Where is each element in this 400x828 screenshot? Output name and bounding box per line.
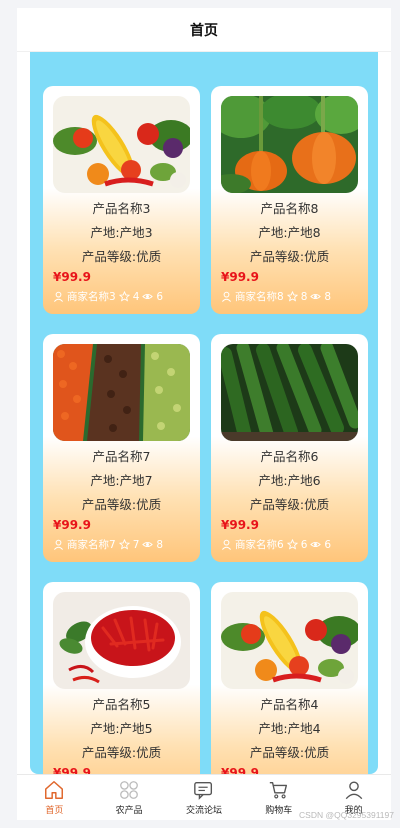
product-origin: 产地:产地4 <box>258 721 321 736</box>
product-origin: 产地:产地3 <box>90 225 153 240</box>
product-name: 产品名称6 <box>260 449 319 464</box>
product-image-vegetable-mix[interactable] <box>221 592 358 689</box>
product-price: ¥99.9 <box>53 270 91 284</box>
product-grade: 产品等级:优质 <box>81 249 162 264</box>
product-price: ¥99.9 <box>53 766 91 774</box>
eye-icon <box>142 291 154 302</box>
chat-icon <box>193 779 215 801</box>
product-card[interactable]: 产品名称3 产地:产地3 产品等级:优质 ¥99.9 商家名称3 4 6 <box>43 86 200 314</box>
merchant-name: 商家名称3 <box>67 291 116 303</box>
product-image-tomato-market[interactable] <box>53 344 190 441</box>
product-image-pumpkins[interactable] <box>221 96 358 193</box>
home-icon <box>43 779 65 801</box>
view-count: 6 <box>324 538 332 551</box>
product-grade: 产品等级:优质 <box>249 249 330 264</box>
favorite-count: 6 <box>300 538 308 551</box>
favorite-count: 4 <box>132 290 140 303</box>
product-price: ¥99.9 <box>221 766 259 774</box>
view-count: 8 <box>324 290 332 303</box>
favorite-count: 7 <box>132 538 140 551</box>
product-grade: 产品等级:优质 <box>249 745 330 760</box>
product-grade: 产品等级:优质 <box>249 497 330 512</box>
product-card[interactable]: 产品名称8 产地:产地8 产品等级:优质 ¥99.9 商家名称8 8 8 <box>211 86 368 314</box>
user-icon <box>53 539 64 550</box>
product-name: 产品名称3 <box>92 201 151 216</box>
product-name: 产品名称8 <box>260 201 319 216</box>
watermark: CSDN @QQ3295391197 <box>299 810 394 820</box>
user-icon <box>221 539 232 550</box>
product-price: ¥99.9 <box>221 270 259 284</box>
merchant-name: 商家名称6 <box>235 539 284 551</box>
user-icon <box>53 291 64 302</box>
merchant-name: 商家名称8 <box>235 291 284 303</box>
star-icon <box>118 291 130 302</box>
product-price: ¥99.9 <box>53 518 91 532</box>
user-icon <box>221 291 232 302</box>
product-card[interactable]: 产品名称7 产地:产地7 产品等级:优质 ¥99.9 商家名称7 7 8 <box>43 334 200 562</box>
merchant-name: 商家名称7 <box>67 539 116 551</box>
tab-label: 首页 <box>45 806 64 816</box>
user-icon <box>343 779 365 801</box>
product-card[interactable]: 产品名称6 产地:产地6 产品等级:优质 ¥99.9 商家名称6 6 6 <box>211 334 368 562</box>
favorite-count: 8 <box>300 290 308 303</box>
star-icon <box>118 539 130 550</box>
product-card[interactable]: 产品名称4 产地:产地4 产品等级:优质 ¥99.9 <box>211 582 368 774</box>
eye-icon <box>310 539 322 550</box>
product-name: 产品名称5 <box>92 697 151 712</box>
product-grid[interactable]: 产品名称3 产地:产地3 产品等级:优质 ¥99.9 商家名称3 4 6 产品名… <box>30 52 378 774</box>
product-meta: 商家名称8 8 8 <box>221 289 331 304</box>
view-count: 6 <box>156 290 164 303</box>
star-icon <box>286 539 298 550</box>
top-navbar: 首页 <box>17 8 391 52</box>
eye-icon <box>142 539 154 550</box>
product-meta: 商家名称7 7 8 <box>53 537 163 552</box>
product-origin: 产地:产地6 <box>258 473 321 488</box>
product-grade: 产品等级:优质 <box>81 497 162 512</box>
page-title: 首页 <box>190 22 218 39</box>
product-card[interactable]: 产品名称5 产地:产地5 产品等级:优质 ¥99.9 <box>43 582 200 774</box>
product-image-red-chilies[interactable] <box>53 592 190 689</box>
product-name: 产品名称7 <box>92 449 151 464</box>
product-origin: 产地:产地7 <box>90 473 153 488</box>
view-count: 8 <box>156 538 164 551</box>
product-meta: 商家名称3 4 6 <box>53 289 163 304</box>
product-origin: 产地:产地5 <box>90 721 153 736</box>
product-image-vegetable-mix[interactable] <box>53 96 190 193</box>
tab-label: 农产品 <box>115 806 143 816</box>
app-frame: 首页 产品名称3 产地:产地3 产品等级:优质 ¥99.9 商家名称3 4 6 … <box>17 8 391 820</box>
product-meta: 商家名称6 6 6 <box>221 537 331 552</box>
tab-label: 交流论坛 <box>185 806 222 816</box>
tab-home[interactable]: 首页 <box>24 779 84 816</box>
cart-icon <box>268 779 290 801</box>
eye-icon <box>310 291 322 302</box>
tab-products[interactable]: 农产品 <box>99 779 159 816</box>
star-icon <box>286 291 298 302</box>
product-grade: 产品等级:优质 <box>81 745 162 760</box>
product-price: ¥99.9 <box>221 518 259 532</box>
product-image-cucumbers[interactable] <box>221 344 358 441</box>
tab-forum[interactable]: 交流论坛 <box>174 779 234 816</box>
tab-label: 购物车 <box>265 806 293 816</box>
product-name: 产品名称4 <box>260 697 319 712</box>
grid-icon <box>118 779 140 801</box>
product-origin: 产地:产地8 <box>258 225 321 240</box>
